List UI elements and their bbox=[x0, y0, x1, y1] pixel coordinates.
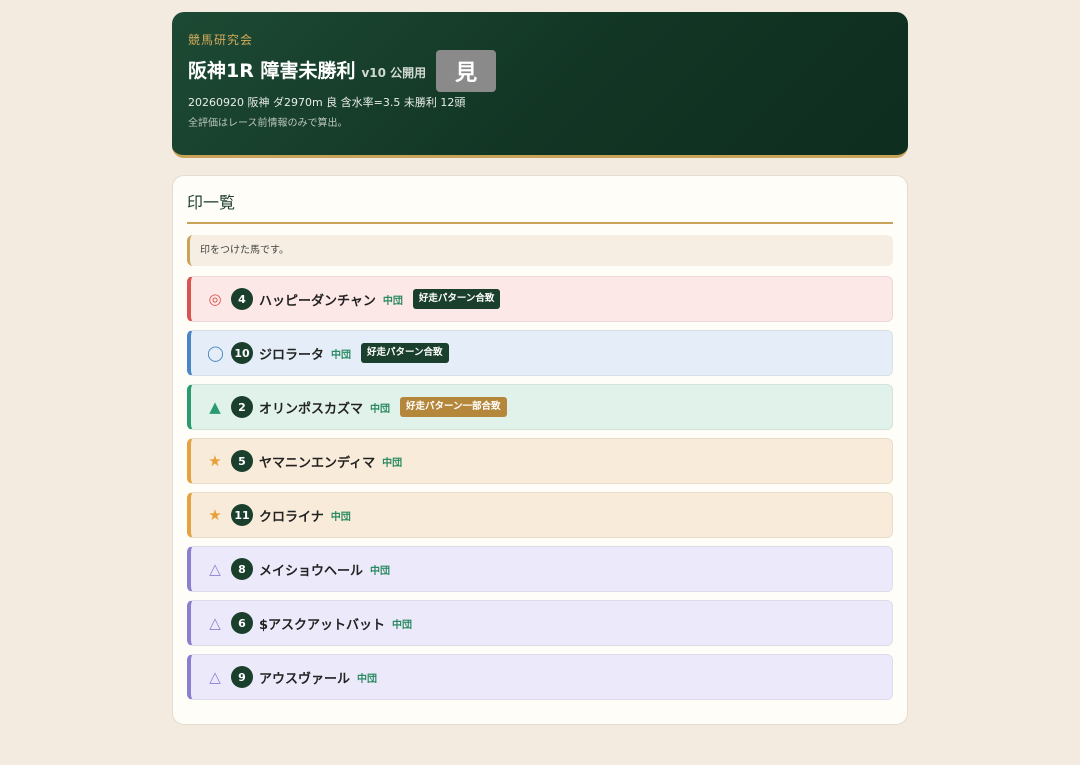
running-style-label: 中団 bbox=[331, 349, 352, 361]
horse-mark-icon: ★ bbox=[208, 506, 222, 524]
horse-mark-icon: △ bbox=[209, 614, 221, 632]
running-style-label: 中団 bbox=[392, 619, 413, 631]
running-style-label: 中団 bbox=[370, 403, 391, 415]
horse-name: オリンポスカズマ bbox=[259, 401, 364, 417]
horse-mark-icon: ▲ bbox=[209, 398, 221, 416]
race-title: 阪神1R 障害未勝利 bbox=[188, 60, 356, 82]
title-row: 阪神1R 障害未勝利 v10 公開用 見 bbox=[188, 50, 892, 92]
horse-number-badge: 6 bbox=[231, 612, 253, 634]
horse-name: ヤマニンエンディマ bbox=[259, 455, 376, 471]
horse-name: ハッピーダンチャン bbox=[259, 293, 376, 309]
horse-mark-icon: ◯ bbox=[207, 344, 224, 362]
pattern-badge: 好走パターン一部合致 bbox=[400, 397, 507, 417]
horse-row[interactable]: △ 6 $アスクアットバット 中団 bbox=[187, 600, 893, 646]
horse-row[interactable]: ◎ 4 ハッピーダンチャン 中団 好走パターン合致 bbox=[187, 276, 893, 322]
horse-number-badge: 8 bbox=[231, 558, 253, 580]
horse-name: クロライナ bbox=[259, 509, 324, 525]
race-header: 競馬研究会 阪神1R 障害未勝利 v10 公開用 見 20260920 阪神 ダ… bbox=[172, 12, 908, 158]
horse-row[interactable]: △ 8 メイショウヘール 中団 bbox=[187, 546, 893, 592]
horse-number-badge: 2 bbox=[231, 396, 253, 418]
horse-number-badge: 11 bbox=[231, 504, 253, 526]
horse-mark-icon: △ bbox=[209, 560, 221, 578]
section-title: 印一覧 bbox=[187, 192, 893, 224]
horse-name: ジロラータ bbox=[259, 347, 325, 363]
horse-name: メイショウヘール bbox=[259, 563, 364, 579]
horse-mark-icon: △ bbox=[209, 668, 221, 686]
horse-row[interactable]: ★ 5 ヤマニンエンディマ 中団 bbox=[187, 438, 893, 484]
horse-name: $アスクアットバット bbox=[259, 617, 386, 633]
horse-number-badge: 4 bbox=[231, 288, 253, 310]
running-style-label: 中団 bbox=[357, 673, 378, 685]
pattern-badge: 好走パターン合致 bbox=[412, 289, 501, 309]
marks-card: 印一覧 印をつけた馬です。 ◎ 4 ハッピーダンチャン 中団 好走パターン合致 ◯ 10 ジロ… bbox=[172, 175, 908, 725]
running-style-label: 中団 bbox=[370, 565, 391, 577]
horse-row[interactable]: ★ 11 クロライナ 中団 bbox=[187, 492, 893, 538]
horse-row[interactable]: △ 9 アウスヴァール 中団 bbox=[187, 654, 893, 700]
view-button[interactable]: 見 bbox=[436, 50, 497, 92]
horse-number-badge: 10 bbox=[231, 342, 253, 364]
page-container: 競馬研究会 阪神1R 障害未勝利 v10 公開用 見 20260920 阪神 ダ… bbox=[172, 12, 908, 725]
pattern-badge: 好走パターン合致 bbox=[361, 343, 449, 363]
horse-list: ◎ 4 ハッピーダンチャン 中団 好走パターン合致 ◯ 10 ジロラータ 中団 好走パターン合致 ▲… bbox=[187, 276, 893, 700]
running-style-label: 中団 bbox=[330, 511, 351, 523]
section-hint: 印をつけた馬です。 bbox=[187, 235, 893, 266]
running-style-label: 中団 bbox=[382, 457, 403, 469]
race-info: 20260920 阪神 ダ2970m 良 含水率=3.5 未勝利 12頭 bbox=[188, 96, 466, 109]
horse-name: アウスヴァール bbox=[259, 671, 351, 687]
horse-mark-icon: ★ bbox=[208, 452, 222, 470]
evaluation-note: 全評価はレース前情報のみで算出。 bbox=[188, 118, 348, 129]
horse-row[interactable]: ▲ 2 オリンポスカズマ 中団 好走パターン一部合致 bbox=[187, 384, 893, 430]
horse-number-badge: 9 bbox=[231, 666, 253, 688]
horse-number-badge: 5 bbox=[231, 450, 253, 472]
horse-row[interactable]: ◯ 10 ジロラータ 中団 好走パターン合致 bbox=[187, 330, 893, 376]
running-style-label: 中団 bbox=[382, 295, 403, 307]
horse-mark-icon: ◎ bbox=[208, 290, 222, 308]
version-label: v10 公開用 bbox=[361, 66, 427, 80]
brand-label: 競馬研究会 bbox=[188, 33, 254, 47]
